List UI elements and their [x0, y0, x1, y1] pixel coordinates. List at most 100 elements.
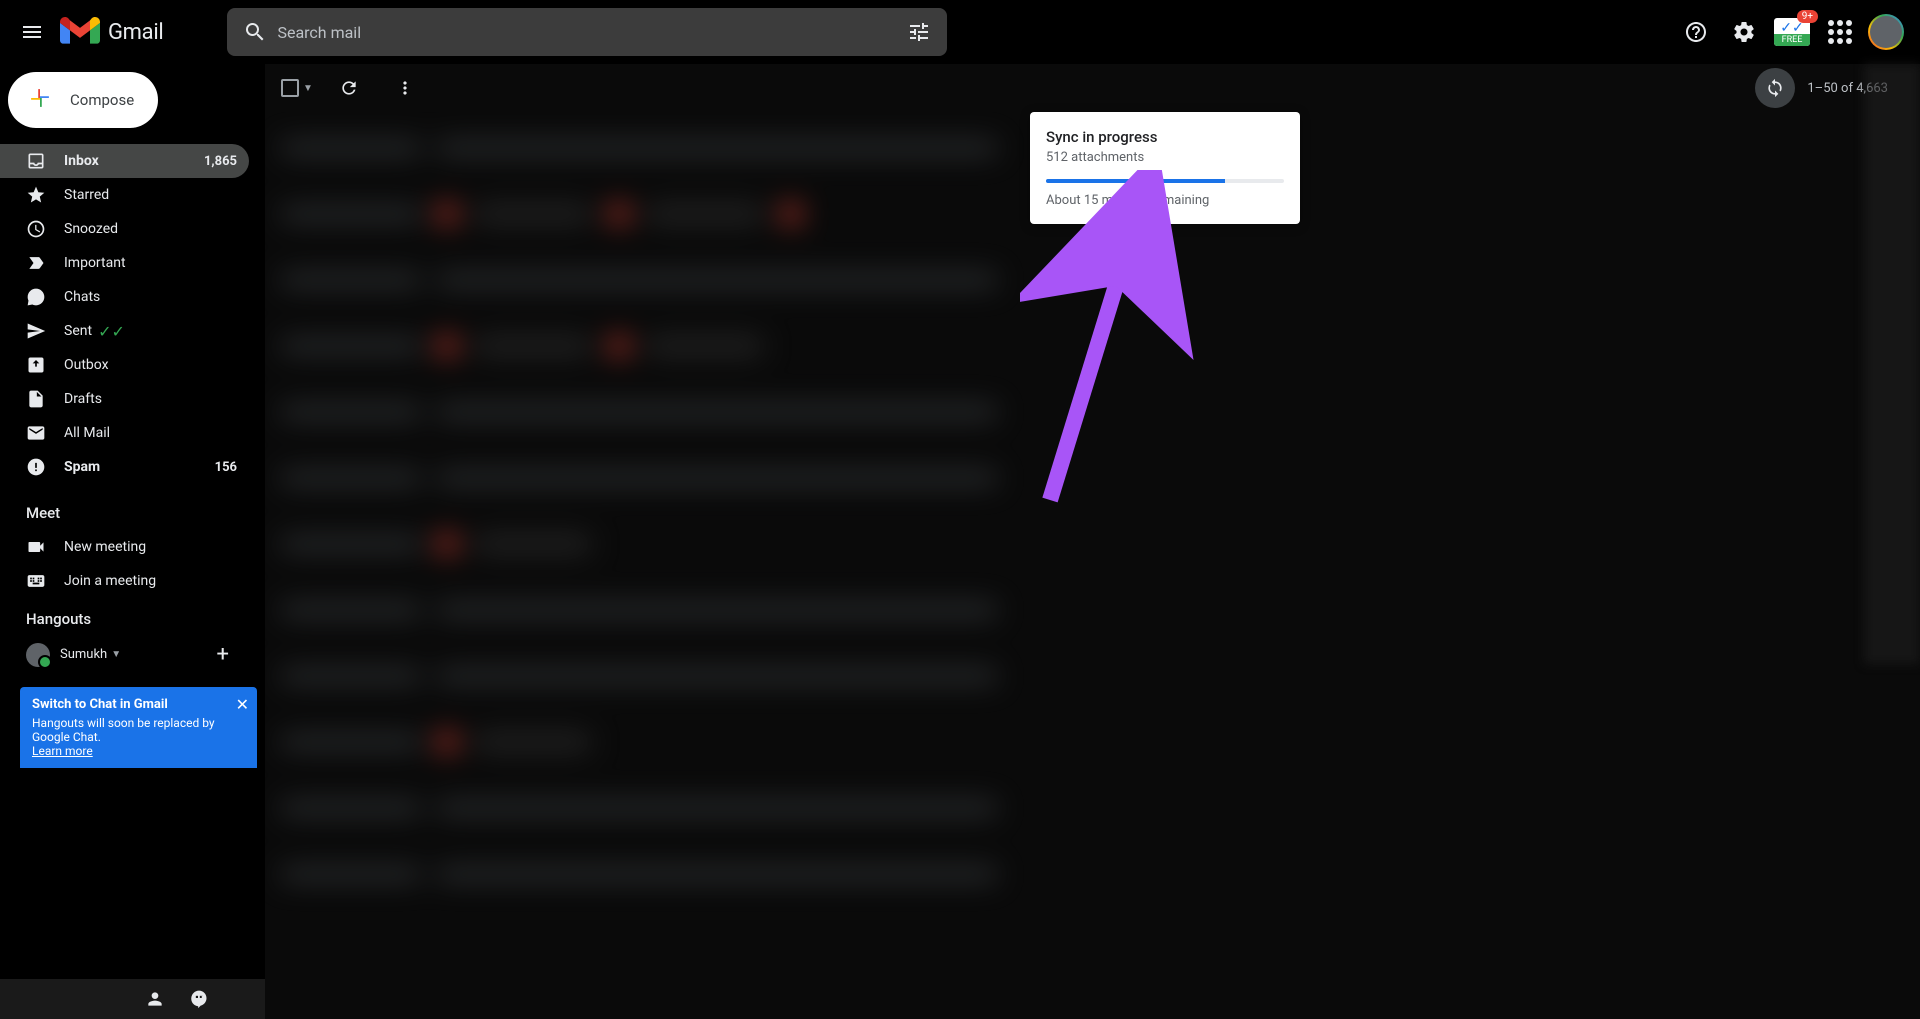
plus-icon — [24, 82, 56, 118]
sidebar-item-inbox[interactable]: Inbox 1,865 — [0, 144, 249, 178]
search-input[interactable] — [277, 23, 897, 42]
clock-icon — [26, 219, 46, 239]
star-icon — [26, 185, 46, 205]
gmail-logo[interactable]: Gmail — [60, 12, 163, 52]
nav-label: Snoozed — [64, 221, 118, 237]
refresh-icon — [339, 78, 359, 98]
nav-label: Starred — [64, 187, 109, 203]
draft-icon — [26, 389, 46, 409]
camera-icon — [26, 537, 46, 557]
search-options-button[interactable] — [897, 10, 941, 54]
sent-icon — [26, 321, 46, 341]
sidebar-item-starred[interactable]: Starred — [0, 178, 249, 212]
settings-button[interactable] — [1724, 12, 1764, 52]
learn-more-link[interactable]: Learn more — [32, 744, 93, 758]
contacts-icon-button[interactable] — [133, 979, 177, 1019]
main-menu-button[interactable] — [8, 8, 56, 56]
meet-list: New meeting Join a meeting — [0, 530, 265, 598]
search-bar — [227, 8, 947, 56]
gmail-icon — [60, 12, 100, 52]
nav-count: 1,865 — [204, 154, 237, 169]
important-icon — [26, 253, 46, 273]
meet-item-join-a-meeting[interactable]: Join a meeting — [0, 564, 249, 598]
nav-label: Important — [64, 255, 126, 271]
nav-label: Outbox — [64, 357, 109, 373]
hangouts-user[interactable]: Sumukh ▼ + — [0, 636, 265, 673]
hangouts-icon-button[interactable] — [177, 979, 221, 1019]
meet-label: New meeting — [64, 539, 146, 555]
refresh-button[interactable] — [329, 68, 369, 108]
meet-item-new-meeting[interactable]: New meeting — [0, 530, 249, 564]
double-check-icon: ✓✓ — [98, 322, 125, 341]
message-list — [265, 112, 1920, 1019]
allmail-icon — [26, 423, 46, 443]
sync-progress-popover: Sync in progress 512 attachments About 1… — [1030, 112, 1300, 224]
compose-button[interactable]: Compose — [8, 72, 158, 128]
spam-icon — [26, 457, 46, 477]
hangouts-username: Sumukh — [60, 647, 107, 662]
nav-label: Inbox — [64, 153, 99, 169]
header: Gmail ✓✓ FREE 9+ — [0, 0, 1920, 64]
sidebar-item-drafts[interactable]: Drafts — [0, 382, 249, 416]
sidebar: Compose Inbox 1,865 Starred Snoozed Impo… — [0, 64, 265, 1019]
more-vert-icon — [395, 78, 415, 98]
google-apps-button[interactable] — [1820, 12, 1860, 52]
nav-label: All Mail — [64, 425, 110, 441]
header-icons: ✓✓ FREE 9+ — [1676, 12, 1912, 52]
search-button[interactable] — [233, 10, 277, 54]
sync-subtitle: 512 attachments — [1046, 150, 1284, 165]
sidebar-item-snoozed[interactable]: Snoozed — [0, 212, 249, 246]
nav-list: Inbox 1,865 Starred Snoozed Important Ch… — [0, 144, 265, 492]
hangouts-section-header: Hangouts — [0, 598, 265, 636]
sync-progress-bar — [1046, 179, 1284, 183]
chevron-down-icon: ▼ — [303, 83, 313, 94]
sidebar-item-spam[interactable]: Spam 156 — [0, 450, 249, 484]
sidebar-item-important[interactable]: Important — [0, 246, 249, 280]
free-badge: ✓✓ FREE 9+ — [1774, 18, 1810, 46]
chat-icon — [26, 287, 46, 307]
toolbar: ▼ 1–50 of 4,663 — [265, 64, 1920, 112]
close-banner-button[interactable]: ✕ — [236, 695, 249, 714]
notification-badge: 9+ — [1797, 10, 1818, 23]
nav-label: Drafts — [64, 391, 102, 407]
sync-icon — [1765, 78, 1785, 98]
nav-label: Chats — [64, 289, 100, 305]
more-button[interactable] — [385, 68, 425, 108]
meet-section-header: Meet — [0, 492, 265, 530]
sync-eta: About 15 minutes remaining — [1046, 193, 1284, 208]
sync-title: Sync in progress — [1046, 128, 1284, 146]
sidebar-item-all-mail[interactable]: All Mail — [0, 416, 249, 450]
apps-grid-icon — [1828, 20, 1852, 44]
user-avatar-icon — [26, 643, 50, 667]
search-icon — [243, 20, 267, 44]
nav-label: Sent — [64, 323, 92, 339]
compose-label: Compose — [70, 91, 134, 109]
offline-sync-badge[interactable]: ✓✓ FREE 9+ — [1772, 12, 1812, 52]
new-hangout-button[interactable]: + — [217, 642, 229, 667]
right-side-panel — [1864, 64, 1920, 664]
banner-title: Switch to Chat in Gmail — [32, 697, 245, 712]
hamburger-icon — [20, 20, 44, 44]
outbox-icon — [26, 355, 46, 375]
chevron-down-icon: ▼ — [111, 649, 121, 660]
account-avatar[interactable] — [1868, 14, 1904, 50]
banner-body: Hangouts will soon be replaced by Google… — [32, 716, 245, 744]
hangouts-icon — [189, 989, 209, 1009]
nav-count: 156 — [215, 460, 237, 475]
tune-icon — [907, 20, 931, 44]
keyboard-icon — [26, 571, 46, 591]
sidebar-item-chats[interactable]: Chats — [0, 280, 249, 314]
app-name: Gmail — [108, 20, 163, 45]
meet-label: Join a meeting — [64, 573, 156, 589]
sidebar-footer — [0, 979, 265, 1019]
support-button[interactable] — [1676, 12, 1716, 52]
chat-migration-banner: ✕ Switch to Chat in Gmail Hangouts will … — [20, 687, 257, 768]
sync-button[interactable] — [1755, 68, 1795, 108]
nav-label: Spam — [64, 459, 100, 475]
sidebar-item-outbox[interactable]: Outbox — [0, 348, 249, 382]
select-all-checkbox[interactable]: ▼ — [281, 79, 313, 97]
person-icon — [145, 989, 165, 1009]
sidebar-item-sent[interactable]: Sent ✓✓ — [0, 314, 249, 348]
help-icon — [1684, 20, 1708, 44]
gear-icon — [1732, 20, 1756, 44]
